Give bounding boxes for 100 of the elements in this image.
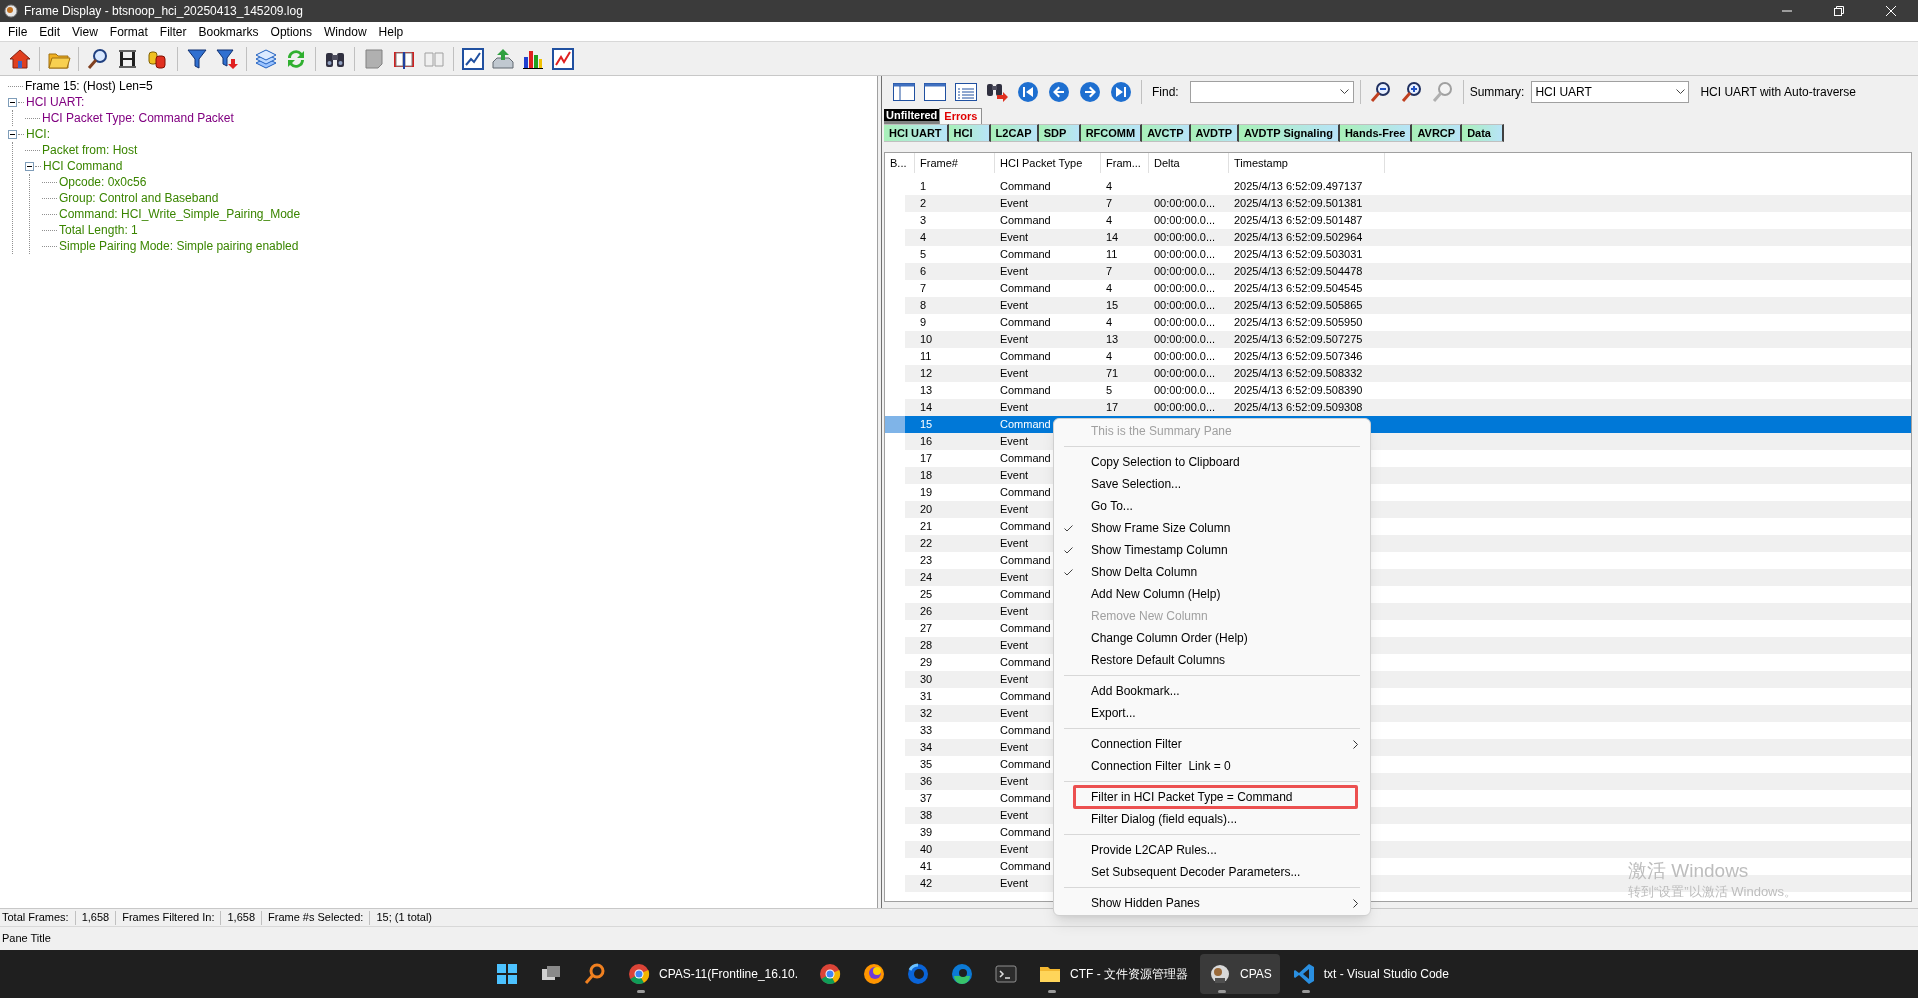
- protocol-tab[interactable]: Hands-Free: [1339, 124, 1413, 142]
- filter-tab[interactable]: Errors: [939, 108, 983, 124]
- protocol-tab[interactable]: AVDTP Signaling: [1239, 124, 1340, 142]
- column-header[interactable]: Frame#: [915, 153, 995, 173]
- menu-item[interactable]: Go To...: [1091, 497, 1358, 515]
- arrow-right-icon: [1078, 80, 1102, 104]
- tree-node[interactable]: Total Length: 1: [59, 223, 138, 237]
- protocol-tab[interactable]: Data: [1462, 124, 1505, 142]
- status-value: 15; (1 total): [376, 910, 433, 926]
- tree-node[interactable]: HCI Packet Type: Command Packet: [42, 111, 234, 125]
- table-cell: 00:00:00.0...: [1154, 401, 1216, 414]
- status-label: Total Frames:: [2, 910, 69, 926]
- menu-item[interactable]: Filter Dialog (field equals)...: [1091, 810, 1358, 828]
- protocol-tab[interactable]: AVRCP: [1412, 124, 1463, 142]
- line-chart-icon: [461, 46, 485, 71]
- magnifier-icon: [86, 46, 110, 71]
- taskbar-button[interactable]: CPAS: [1199, 954, 1280, 994]
- menu-item[interactable]: Connection Filter Link = 0: [1091, 757, 1358, 775]
- menu-item[interactable]: Save Selection...: [1091, 475, 1358, 493]
- menu-item[interactable]: Change Column Order (Help): [1091, 629, 1358, 647]
- protocol-tab[interactable]: HCI UART: [884, 124, 949, 142]
- taskbar-button[interactable]: CTF - 文件资源管理器: [1029, 954, 1196, 994]
- table-cell: 20: [920, 503, 933, 516]
- table-cell: 6: [920, 265, 927, 278]
- menu-item[interactable]: Restore Default Columns: [1091, 651, 1358, 669]
- table-cell: 2025/4/13 6:52:09.503031: [1234, 248, 1363, 261]
- table-cell: 15: [1106, 299, 1119, 312]
- table-cell: 33: [920, 724, 933, 737]
- menu-item[interactable]: Show Timestamp Column: [1091, 541, 1358, 559]
- tree-node[interactable]: Simple Pairing Mode: Simple pairing enabled: [59, 239, 299, 253]
- menu-item[interactable]: Connection Filter: [1091, 735, 1353, 753]
- menu-item[interactable]: Help: [372, 21, 410, 42]
- protocol-tab[interactable]: AVDTP: [1190, 124, 1240, 142]
- table-cell: Command: [1000, 452, 1051, 465]
- collapse-icon[interactable]: [8, 129, 17, 139]
- column-header[interactable]: Fram...: [1101, 153, 1149, 173]
- table-cell: Event: [1000, 469, 1029, 482]
- column-header[interactable]: Timestamp: [1229, 153, 1385, 173]
- menu-item[interactable]: Export...: [1091, 704, 1358, 722]
- browser-icon: [627, 962, 651, 986]
- taskbar-button[interactable]: CPAS-11(Frontline_16.10.: [619, 954, 806, 994]
- menu-item[interactable]: Copy Selection to Clipboard: [1091, 453, 1358, 471]
- page-icon: [362, 46, 386, 71]
- protocol-tab[interactable]: AVCTP: [1142, 124, 1191, 142]
- menu-item[interactable]: Format: [103, 21, 154, 42]
- tree-node[interactable]: HCI Command: [43, 159, 123, 173]
- tree-node[interactable]: Opcode: 0x0c56: [59, 175, 147, 189]
- menu-item[interactable]: Show Delta Column: [1091, 563, 1358, 581]
- menu-item[interactable]: Add Bookmark...: [1091, 682, 1358, 700]
- taskbar-button[interactable]: txt - Visual Studio Code: [1283, 954, 1457, 994]
- column-header[interactable]: B...: [885, 153, 915, 173]
- menu-item[interactable]: Add New Column (Help): [1091, 585, 1358, 603]
- table-cell: Event: [1000, 537, 1029, 550]
- table-cell: 2025/4/13 6:52:09.504545: [1234, 282, 1363, 295]
- table-cell: 00:00:00.0...: [1154, 231, 1216, 244]
- table-cell: 25: [920, 588, 933, 601]
- table-cell: 2025/4/13 6:52:09.509308: [1234, 401, 1363, 414]
- menu-item[interactable]: Filter: [153, 21, 193, 42]
- collapse-icon[interactable]: [25, 161, 34, 171]
- find-combobox[interactable]: [1189, 81, 1354, 103]
- tree-node[interactable]: HCI:: [26, 127, 50, 141]
- menu-item[interactable]: File: [2, 21, 34, 42]
- menu-item[interactable]: View: [66, 21, 104, 42]
- table-cell: Command: [1000, 486, 1051, 499]
- summary-combobox[interactable]: HCI UART: [1531, 81, 1690, 103]
- table-cell: Command: [1000, 520, 1051, 533]
- table-cell: 36: [920, 775, 933, 788]
- table-cell: Event: [1000, 843, 1029, 856]
- menu-item[interactable]: Show Frame Size Column: [1091, 519, 1358, 537]
- menu-item[interactable]: Show Hidden Panes: [1091, 894, 1353, 912]
- menu-item[interactable]: Set Subsequent Decoder Parameters...: [1091, 863, 1358, 881]
- tree-node[interactable]: Packet from: Host: [42, 143, 138, 157]
- menu-item[interactable]: Options: [264, 21, 318, 42]
- tree-node[interactable]: HCI UART:: [26, 95, 85, 109]
- table-cell: Event: [1000, 231, 1029, 244]
- table-cell: 00:00:00.0...: [1154, 384, 1216, 397]
- column-header[interactable]: Delta: [1149, 153, 1229, 173]
- table-cell: Event: [1000, 809, 1029, 822]
- collapse-icon[interactable]: [8, 97, 17, 107]
- menu-item[interactable]: Provide L2CAP Rules...: [1091, 841, 1358, 859]
- table-cell: 00:00:00.0...: [1154, 350, 1216, 363]
- tree-node[interactable]: Group: Control and Baseband: [59, 191, 219, 205]
- table-cell: Command: [1000, 384, 1051, 397]
- menu-item[interactable]: Window: [317, 21, 373, 42]
- filter-tab[interactable]: Unfiltered: [884, 109, 940, 124]
- protocol-tab[interactable]: HCI: [948, 124, 991, 142]
- protocol-tab[interactable]: RFCOMM: [1080, 124, 1143, 142]
- column-header[interactable]: HCI Packet Type: [995, 153, 1101, 173]
- menu-item[interactable]: Bookmarks: [192, 21, 265, 42]
- tree-node[interactable]: Command: HCI_Write_Simple_Pairing_Mode: [59, 207, 301, 221]
- table-cell: 4: [1106, 214, 1113, 227]
- tree-node[interactable]: Frame 15: (Host) Len=5: [25, 79, 153, 93]
- protocol-tab[interactable]: SDP: [1038, 124, 1081, 142]
- menu-item[interactable]: Filter in HCI Packet Type = Command: [1091, 788, 1355, 806]
- protocol-tab[interactable]: L2CAP: [990, 124, 1039, 142]
- table-cell: 2025/4/13 6:52:09.497137: [1234, 180, 1363, 193]
- browser-icon: [905, 962, 930, 986]
- windows-logo-icon: [495, 962, 519, 986]
- menu-item[interactable]: Edit: [33, 21, 67, 42]
- table-cell: 34: [920, 741, 933, 754]
